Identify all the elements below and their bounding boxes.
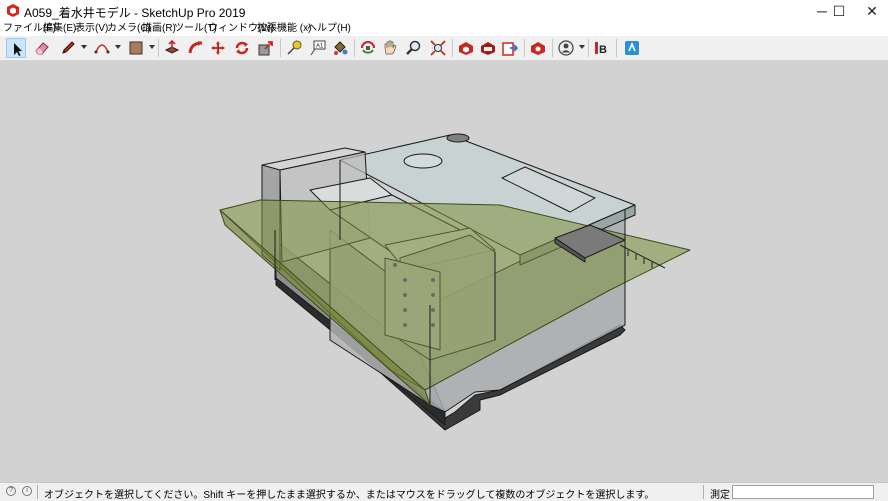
- follow-me-icon: [188, 41, 203, 54]
- 3b-icon: B: [595, 42, 607, 56]
- push-pull-tool-button[interactable]: [162, 38, 182, 58]
- scale-icon: [258, 41, 273, 56]
- toolbar-separator: [354, 39, 355, 57]
- arc-tool-button[interactable]: [92, 38, 112, 58]
- 3b-button[interactable]: B: [592, 38, 612, 58]
- follow-me-tool-button[interactable]: [186, 38, 206, 58]
- large-tool-set-toolbar: A1 B: [0, 36, 888, 61]
- toolbar-separator: [552, 39, 553, 57]
- send-to-layout-button[interactable]: [500, 38, 520, 58]
- toolbar-separator: [616, 39, 617, 57]
- menu-view[interactable]: 表示(V): [75, 22, 108, 36]
- menu-bar: ファイル(F) 編集(E) 表示(V) カメラ(C) 描画(R) ツール(T) …: [0, 22, 888, 36]
- pencil-icon: [62, 41, 75, 54]
- account-dropdown[interactable]: [579, 45, 585, 49]
- model-viewport[interactable]: [0, 61, 888, 482]
- status-bar: ? i オブジェクトを選択してください。Shift キーを押したまま選択するか、…: [0, 482, 888, 501]
- zoom-tool-button[interactable]: [404, 38, 424, 58]
- info-icon[interactable]: i: [22, 486, 32, 496]
- extension-warehouse-button[interactable]: [478, 38, 498, 58]
- window-title: A059_着水井モデル - SketchUp Pro 2019: [24, 6, 246, 20]
- pan-tool-button[interactable]: [380, 38, 400, 58]
- orbit-icon: [361, 41, 375, 54]
- sketchup-app-icon: [7, 4, 19, 17]
- classifier-button[interactable]: [622, 38, 642, 58]
- status-separator: [703, 485, 704, 499]
- status-message: オブジェクトを選択してください。Shift キーを押したまま選択するか、またはマ…: [44, 490, 655, 501]
- move-icon: [211, 41, 225, 55]
- send-to-layout-icon: [502, 42, 518, 56]
- eraser-icon: [35, 42, 49, 55]
- svg-text:A1: A1: [316, 44, 324, 50]
- toolbar-separator: [524, 39, 525, 57]
- move-tool-button[interactable]: [208, 38, 228, 58]
- menu-edit[interactable]: 編集(E): [43, 22, 76, 36]
- extension-manager-icon: [531, 42, 545, 55]
- measurements-label: 測定: [710, 490, 730, 501]
- roof-vent: [446, 133, 470, 143]
- line-tool-button[interactable]: [58, 38, 78, 58]
- tape-measure-tool-button[interactable]: [284, 38, 304, 58]
- select-tool-button[interactable]: [6, 38, 26, 58]
- water-well-3d-model: [219, 133, 691, 431]
- zoom-extents-icon: [430, 40, 446, 56]
- push-pull-icon: [164, 40, 180, 54]
- text-tool-button[interactable]: A1: [308, 38, 328, 58]
- arc-icon: [94, 44, 110, 54]
- toolbar-separator: [452, 39, 453, 57]
- toolbar-separator: [280, 39, 281, 57]
- maximize-button[interactable]: ☐: [822, 0, 856, 22]
- paint-bucket-icon: [334, 41, 348, 55]
- rectangle-icon: [129, 41, 143, 55]
- line-dropdown[interactable]: [81, 45, 87, 49]
- text-icon: A1: [310, 40, 326, 56]
- account-button[interactable]: [556, 38, 576, 58]
- pan-icon: [384, 40, 397, 55]
- menu-extensions[interactable]: 拡張機能 (x): [257, 22, 311, 36]
- tape-measure-icon: [287, 40, 302, 55]
- georeference-icon[interactable]: ?: [6, 486, 16, 496]
- extension-manager-button[interactable]: [528, 38, 548, 58]
- rotate-tool-button[interactable]: [232, 38, 252, 58]
- svg-text:B: B: [599, 44, 607, 56]
- paint-bucket-tool-button[interactable]: [330, 38, 350, 58]
- extension-warehouse-icon: [481, 42, 495, 55]
- toolbar-separator: [588, 39, 589, 57]
- warehouse-icon: [459, 42, 473, 55]
- select-icon: [14, 43, 22, 56]
- account-icon: [558, 40, 574, 56]
- roof-circular-opening: [403, 153, 443, 169]
- 3d-warehouse-button[interactable]: [456, 38, 476, 58]
- close-button[interactable]: ✕: [856, 0, 888, 22]
- shape-dropdown[interactable]: [149, 45, 155, 49]
- classifier-icon: [625, 41, 639, 55]
- toolbar-separator: [158, 39, 159, 57]
- title-bar: A059_着水井モデル - SketchUp Pro 2019 ─ ☐ ✕: [0, 0, 888, 22]
- arc-dropdown[interactable]: [115, 45, 121, 49]
- rotate-icon: [235, 41, 249, 55]
- menu-draw[interactable]: 描画(R): [142, 22, 176, 36]
- status-separator: [37, 485, 38, 499]
- rectangle-tool-button[interactable]: [126, 38, 146, 58]
- scale-tool-button[interactable]: [256, 38, 276, 58]
- zoom-extents-tool-button[interactable]: [428, 38, 448, 58]
- zoom-icon: [406, 40, 421, 55]
- menu-help[interactable]: ヘルプ(H): [307, 22, 351, 36]
- eraser-tool-button[interactable]: [32, 38, 52, 58]
- orbit-tool-button[interactable]: [358, 38, 378, 58]
- measurements-input[interactable]: [732, 485, 874, 499]
